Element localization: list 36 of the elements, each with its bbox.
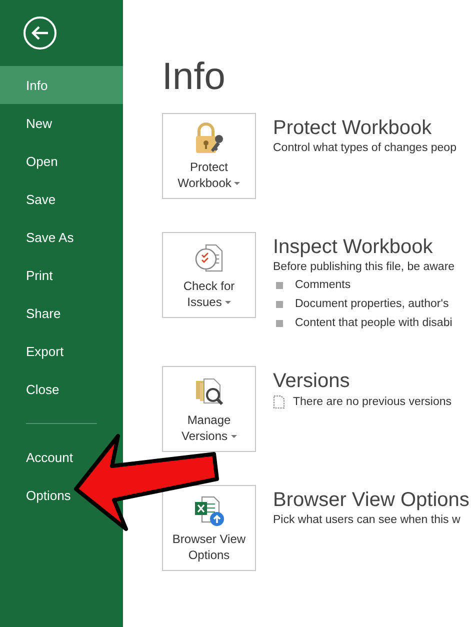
sidebar-item[interactable]: Export (0, 332, 64, 370)
bullet-icon (276, 301, 283, 308)
bullet-icon (276, 282, 283, 289)
section-heading: Versions (273, 369, 351, 393)
section-heading: Inspect Workbook (273, 235, 434, 259)
caret-icon (224, 301, 231, 304)
bullet-text: Comments (295, 278, 351, 293)
sidebar-item[interactable]: New (0, 104, 52, 142)
spreadsheet-globe-icon (192, 494, 226, 528)
section-description: Pick what users can see when this w (273, 513, 462, 528)
section-heading: Browser View Options (273, 488, 470, 512)
section-description: Before publishing this file, be aware (273, 260, 455, 275)
back-icon[interactable] (23, 16, 57, 50)
action-button[interactable]: Manage Versions (162, 366, 256, 452)
sidebar-item[interactable]: Save (0, 180, 56, 218)
sidebar-item[interactable]: Print (0, 256, 53, 294)
section-description: Control what types of changes peop (273, 141, 456, 156)
sidebar-item[interactable]: Share (0, 294, 61, 332)
versions-note: There are no previous versions (293, 396, 452, 408)
sidebar-item[interactable]: Save As (0, 218, 74, 256)
page-title: Info (162, 58, 226, 96)
sidebar-item[interactable]: Open (0, 142, 58, 180)
caret-icon (230, 435, 237, 438)
caret-icon (234, 182, 240, 186)
sidebar-item[interactable]: Options (0, 476, 71, 514)
bullet-icon (276, 320, 283, 327)
action-button[interactable]: Browser View Options (162, 485, 256, 571)
action-button[interactable]: Check for Issues (162, 232, 256, 318)
sidebar-item[interactable]: Account (0, 438, 73, 476)
section-heading: Protect Workbook (273, 116, 433, 140)
action-button[interactable]: Protect Workbook (162, 113, 256, 199)
document-icon (273, 395, 285, 409)
bullet-text: Content that people with disabi (295, 316, 452, 331)
sidebar-item[interactable]: Info (0, 66, 123, 104)
bullet-text: Document properties, author's (295, 297, 449, 312)
sidebar-item[interactable]: Close (0, 370, 60, 408)
